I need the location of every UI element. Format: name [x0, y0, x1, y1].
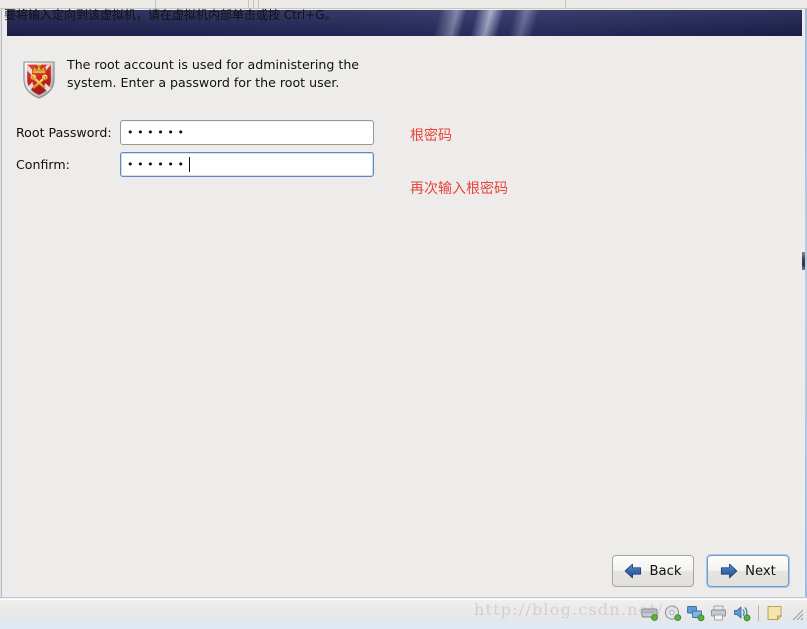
vm-device-tray — [640, 604, 804, 622]
back-button[interactable]: Back — [612, 555, 694, 587]
resize-grip[interactable] — [790, 606, 804, 621]
guest-screen[interactable]: The root account is used for administeri… — [1, 9, 806, 597]
network-adapter-icon[interactable] — [686, 604, 706, 622]
arrow-right-icon — [720, 563, 738, 579]
navigation-buttons: Back Next — [612, 555, 789, 587]
next-button[interactable]: Next — [707, 555, 789, 587]
confirm-password-input[interactable]: •••••• — [120, 152, 374, 177]
root-password-input[interactable]: •••••• — [120, 120, 374, 145]
status-bar-highlight — [0, 599, 807, 600]
sound-card-icon[interactable] — [732, 604, 752, 622]
intro-text: The root account is used for administeri… — [67, 57, 360, 90]
confirm-password-label: Confirm: — [16, 157, 70, 172]
next-button-label: Next — [745, 563, 776, 579]
confirm-password-row: Confirm: •••••• — [16, 152, 374, 177]
annotation-confirm-password: 再次输入根密码 — [410, 181, 508, 197]
status-message: 要将输入定向到该虚拟机，请在虚拟机内部单击或按 Ctrl+G。 — [4, 8, 337, 22]
confirm-password-masked-value: •••••• — [127, 158, 188, 171]
note-icon[interactable] — [765, 604, 785, 622]
root-password-row: Root Password: •••••• — [16, 120, 374, 145]
back-button-label: Back — [649, 563, 682, 579]
text-caret — [188, 157, 190, 172]
root-password-masked-value: •••••• — [127, 126, 188, 139]
annotation-root-password: 根密码 — [410, 128, 452, 144]
printer-icon[interactable] — [709, 604, 729, 622]
hard-disk-icon[interactable] — [640, 604, 660, 622]
cd-dvd-icon[interactable] — [663, 604, 683, 622]
arrow-left-icon — [624, 563, 642, 579]
intro-block: The root account is used for administeri… — [20, 56, 390, 100]
root-password-label: Root Password: — [16, 125, 112, 140]
shield-key-icon — [20, 58, 58, 100]
tray-separator — [758, 605, 759, 621]
vmware-window: The root account is used for administeri… — [0, 0, 807, 629]
